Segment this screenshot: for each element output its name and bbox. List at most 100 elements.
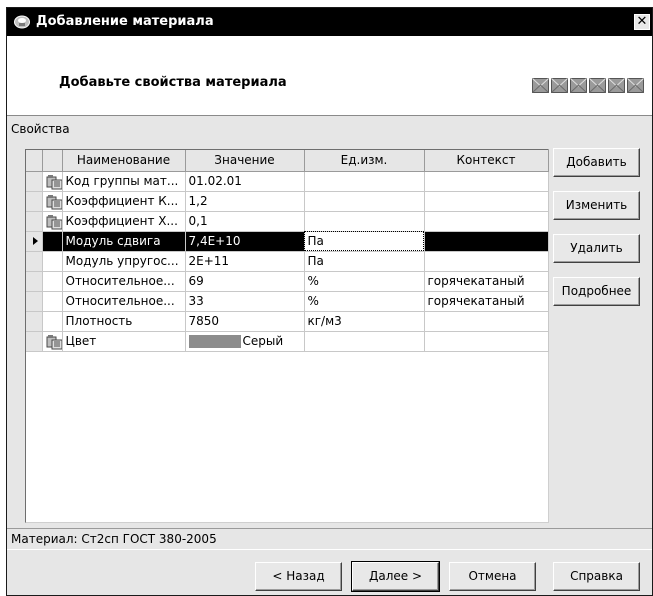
row-indicator [26,311,43,332]
table-row[interactable]: Коэффициент Х... 0,1 [26,211,549,232]
properties-grid[interactable]: Наименование Значение Ед.изм. Контекст К… [25,149,549,523]
material-app-icon [14,15,30,29]
property-context-cell[interactable] [424,311,549,332]
book-icon [46,334,61,350]
table-row[interactable]: Модуль упругос... 2E+11 Па [26,251,549,272]
property-context-cell[interactable] [424,211,549,232]
envelope-icon [608,78,625,93]
row-icon-cell [42,251,63,272]
property-value-cell[interactable]: Серый [185,331,305,352]
indicator-header [26,150,43,172]
property-value-cell[interactable]: 7,4E+10 [185,231,305,252]
row-icon-cell [42,331,63,352]
back-button[interactable]: < Назад [255,562,342,591]
details-button[interactable]: Подробнее [553,277,640,306]
properties-label: Свойства [11,122,70,136]
header-instruction: Добавьте свойства материала [59,75,287,90]
property-unit-cell[interactable]: Па [304,251,425,272]
property-name-cell[interactable]: Модуль сдвига [62,231,186,252]
property-unit-cell[interactable] [304,211,425,232]
delete-button[interactable]: Удалить [553,234,640,263]
wizard-steps [532,78,644,93]
property-name-cell[interactable]: Цвет [62,331,186,352]
add-button[interactable]: Добавить [553,148,640,177]
row-icon-cell [42,311,63,332]
envelope-icon [627,78,644,93]
edit-button[interactable]: Изменить [553,191,640,220]
table-row[interactable]: Коэффициент К... 1,2 [26,191,549,212]
table-row[interactable]: Относительное... 69% горячекатаный [26,271,549,292]
column-header-name[interactable]: Наименование [62,150,186,172]
table-row[interactable]: Код группы мат... 01.02.01 [26,171,549,192]
row-indicator [26,251,43,272]
envelope-icon [570,78,587,93]
column-header-unit[interactable]: Ед.изм. [304,150,425,172]
column-header-context[interactable]: Контекст [424,150,549,172]
property-value-cell[interactable]: 69 [185,271,305,292]
property-context-cell[interactable] [424,251,549,272]
property-name-cell[interactable]: Плотность [62,311,186,332]
property-name-cell[interactable]: Модуль упругос... [62,251,186,272]
property-value-cell[interactable]: 0,1 [185,211,305,232]
help-button[interactable]: Справка [553,562,640,591]
row-icon-cell [42,191,63,212]
property-context-cell[interactable] [424,231,549,252]
property-context-cell[interactable]: горячекатаный [424,291,549,312]
row-indicator [26,191,43,212]
property-name-cell[interactable]: Коэффициент К... [62,191,186,212]
property-context-cell[interactable] [424,171,549,192]
close-button[interactable]: ✕ [634,14,650,30]
property-unit-cell[interactable]: % [304,271,425,292]
envelope-icon [551,78,568,93]
property-unit-cell[interactable] [304,171,425,192]
table-header-row: Наименование Значение Ед.изм. Контекст [26,150,549,172]
property-value-cell[interactable]: 1,2 [185,191,305,212]
property-unit-cell[interactable]: % [304,291,425,312]
properties-table: Наименование Значение Ед.изм. Контекст К… [26,150,549,352]
color-swatch [188,335,241,348]
dialog-window: Добавление материала ✕ Добавьте свойства… [6,7,653,596]
property-context-cell[interactable] [424,331,549,352]
property-value-cell[interactable]: 2E+11 [185,251,305,272]
row-indicator [26,211,43,232]
property-context-cell[interactable] [424,191,549,212]
title-bar[interactable]: Добавление материала ✕ [7,8,652,36]
property-value-cell[interactable]: 33 [185,291,305,312]
table-row[interactable]: Цвет Серый [26,331,549,352]
row-icon-cell [42,211,63,232]
header-panel: Добавьте свойства материала [7,36,652,116]
book-icon [46,194,61,210]
material-label: Материал: Ст2сп ГОСТ 380-2005 [11,532,217,546]
property-name-cell[interactable]: Относительное... [62,291,186,312]
property-unit-cell[interactable]: кг/м3 [304,311,425,332]
row-icon-cell [42,271,63,292]
column-header-value[interactable]: Значение [185,150,305,172]
material-status: Материал: Ст2сп ГОСТ 380-2005 [7,528,652,550]
property-unit-cell[interactable] [304,331,425,352]
property-unit-cell[interactable] [304,191,425,212]
current-row-arrow-icon [33,237,38,245]
row-icon-cell [42,291,63,312]
next-button[interactable]: Далее > [351,561,440,592]
row-indicator [26,231,43,252]
envelope-icon [532,78,549,93]
row-indicator [26,291,43,312]
property-value-cell[interactable]: 01.02.01 [185,171,305,192]
book-icon [46,174,61,190]
table-row[interactable]: Модуль сдвига 7,4E+10 Па [26,231,549,252]
property-value-cell[interactable]: 7850 [185,311,305,332]
property-name-cell[interactable]: Коэффициент Х... [62,211,186,232]
table-row[interactable]: Относительное... 33% горячекатаный [26,291,549,312]
property-name-cell[interactable]: Код группы мат... [62,171,186,192]
color-name: Серый [242,334,284,348]
cancel-button[interactable]: Отмена [449,562,536,591]
row-icon-cell [42,231,63,252]
row-indicator [26,331,43,352]
row-indicator [26,271,43,292]
property-name-cell[interactable]: Относительное... [62,271,186,292]
property-unit-cell[interactable]: Па [304,231,425,252]
row-icon-cell [42,171,63,192]
table-row[interactable]: Плотность 7850 кг/м3 [26,311,549,332]
property-context-cell[interactable]: горячекатаный [424,271,549,292]
envelope-icon [589,78,606,93]
